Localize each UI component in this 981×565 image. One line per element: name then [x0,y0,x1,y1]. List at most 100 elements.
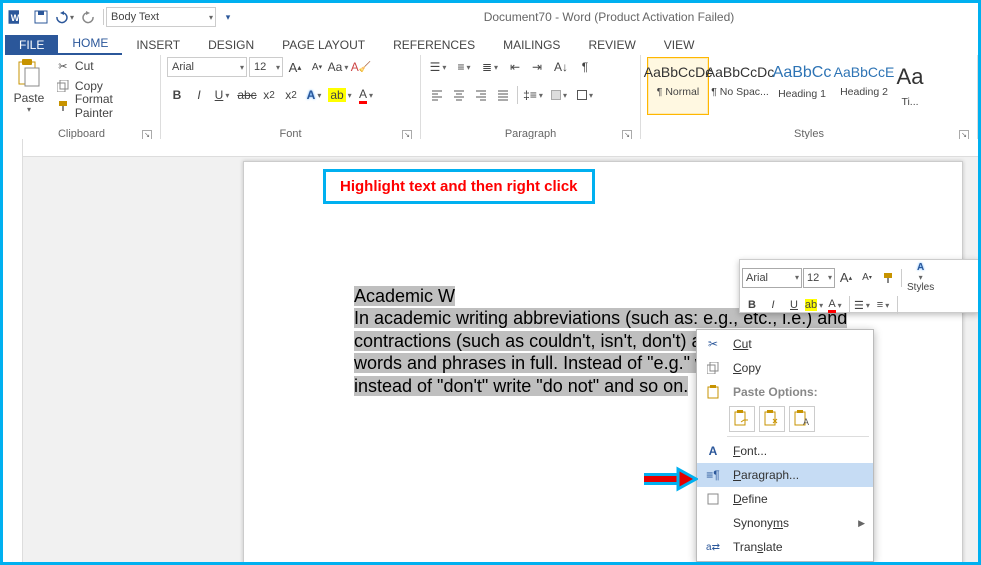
sort-button[interactable]: A↓ [549,57,573,77]
font-icon: A [703,444,723,458]
style-heading1[interactable]: AaBbCcHeading 1 [771,57,833,115]
mini-font-combo[interactable]: Arial▾ [742,268,802,288]
underline-button[interactable]: U▾ [211,85,235,105]
qat-customize-icon[interactable]: ▾ [216,6,240,28]
redo-icon[interactable] [77,6,101,28]
mini-size-combo[interactable]: 12▾ [803,268,835,288]
clipboard-icon [703,385,723,399]
mini-format-painter[interactable] [878,268,898,288]
format-painter-button[interactable]: Format Painter [55,97,154,115]
superscript-button[interactable]: x2 [281,85,301,105]
cm-copy[interactable]: Copy [697,356,873,380]
bold-button[interactable]: B [167,85,187,105]
horizontal-ruler[interactable] [23,139,978,157]
increase-indent-button[interactable]: ⇥ [527,57,547,77]
cm-paragraph[interactable]: ≡¶Paragraph... [697,463,873,487]
text-effects-button[interactable]: A▾ [303,85,327,105]
mini-bold[interactable]: B [742,295,762,315]
numbering-button[interactable]: ≡▾ [453,57,477,77]
strikethrough-button[interactable]: abc [237,85,257,105]
subscript-button[interactable]: x2 [259,85,279,105]
paste-label: Paste [14,91,45,105]
style-heading2[interactable]: AaBbCcEHeading 2 [833,57,895,115]
cm-cut[interactable]: ✂Cut [697,332,873,356]
mini-shrink-font[interactable]: A▾ [857,268,877,288]
shading-button[interactable]: ▾ [548,85,572,105]
tab-file[interactable]: FILE [5,35,58,55]
decrease-indent-button[interactable]: ⇤ [505,57,525,77]
paste-button[interactable]: Paste ▾ [9,57,49,114]
justify-button[interactable] [493,85,513,105]
styles-gallery[interactable]: AaBbCcDc¶ Normal AaBbCcDc¶ No Spac... Aa… [647,57,925,115]
tab-home[interactable]: HOME [58,33,122,55]
tab-design[interactable]: DESIGN [194,35,268,55]
bullets-button[interactable]: ☰▾ [427,57,451,77]
align-right-button[interactable] [471,85,491,105]
highlight-button[interactable]: ab▾ [329,85,353,105]
line-spacing-button[interactable]: ‡≡▾ [522,85,546,105]
font-color-button[interactable]: A▾ [355,85,379,105]
tab-insert[interactable]: INSERT [122,35,194,55]
scissors-icon: ✂ [703,337,723,351]
window-title: Document70 - Word (Product Activation Fa… [240,10,978,24]
mini-numbering[interactable]: ≡▾ [874,295,894,315]
mini-bullets[interactable]: ☰▾ [853,295,873,315]
svg-text:W: W [11,13,20,23]
mini-highlight[interactable]: ab▾ [805,295,825,315]
tab-view[interactable]: VIEW [650,35,709,55]
scissors-icon: ✂ [55,58,71,74]
multilevel-list-button[interactable]: ≣▾ [479,57,503,77]
paste-text-only[interactable]: A [789,406,815,432]
cm-synonyms[interactable]: Synonyms▶ [697,511,873,535]
tab-page-layout[interactable]: PAGE LAYOUT [268,35,379,55]
tab-review[interactable]: REVIEW [574,35,649,55]
tab-mailings[interactable]: MAILINGS [489,35,574,55]
doc-heading[interactable]: Academic W [354,286,455,306]
font-name-combo[interactable]: Arial▾ [167,57,247,77]
tab-references[interactable]: REFERENCES [379,35,489,55]
mini-underline[interactable]: U [784,295,804,315]
save-icon[interactable] [29,6,53,28]
mini-toolbar: Arial▾ 12▾ A▴ A▾ A▾Styles B I U ab▾ A▾ ☰… [739,259,979,313]
svg-text:A: A [803,417,809,427]
translate-icon: a⇄ [703,542,723,553]
italic-button[interactable]: I [189,85,209,105]
paragraph-icon: ≡¶ [703,468,723,482]
style-no-spacing[interactable]: AaBbCcDc¶ No Spac... [709,57,771,115]
cut-button[interactable]: ✂Cut [55,57,154,75]
mini-styles-button[interactable]: A▾Styles [905,262,936,293]
mini-grow-font[interactable]: A▴ [836,268,856,288]
clear-formatting-button[interactable]: A🧹 [351,57,371,77]
borders-button[interactable]: ▾ [574,85,598,105]
word-logo: W [3,3,29,31]
align-left-button[interactable] [427,85,447,105]
copy-icon [55,78,71,94]
paste-keep-source[interactable] [729,406,755,432]
cm-define[interactable]: Define [697,487,873,511]
cm-paste-options-label: Paste Options: [697,380,873,404]
grow-font-button[interactable]: A▴ [285,57,305,77]
cm-translate[interactable]: a⇄Translate [697,535,873,559]
cm-font[interactable]: AFont... [697,439,873,463]
style-title[interactable]: AaTi... [895,57,925,115]
quick-style-picker[interactable]: Body Text▾ [106,7,216,27]
mini-italic[interactable]: I [763,295,783,315]
undo-icon[interactable]: ▾ [53,6,77,28]
quick-access-toolbar: W ▾ Body Text▾ ▾ [3,3,240,31]
annotation-arrow [640,465,698,496]
instruction-callout: Highlight text and then right click [323,169,595,204]
titlebar: W ▾ Body Text▾ ▾ Document70 - Word (Prod… [3,3,978,31]
change-case-button[interactable]: Aa▾ [329,57,349,77]
mini-font-color[interactable]: A▾ [826,295,846,315]
shrink-font-button[interactable]: A▾ [307,57,327,77]
ribbon-tabs: FILE HOME INSERT DESIGN PAGE LAYOUT REFE… [3,31,978,55]
paste-merge[interactable] [759,406,785,432]
align-center-button[interactable] [449,85,469,105]
vertical-ruler[interactable] [3,139,23,562]
ribbon: Paste ▾ ✂Cut Copy Format Painter Clipboa… [3,55,978,143]
brush-icon [55,98,71,114]
style-normal[interactable]: AaBbCcDc¶ Normal [647,57,709,115]
show-marks-button[interactable]: ¶ [575,57,595,77]
copy-icon [703,362,723,374]
font-size-combo[interactable]: 12▾ [249,57,283,77]
